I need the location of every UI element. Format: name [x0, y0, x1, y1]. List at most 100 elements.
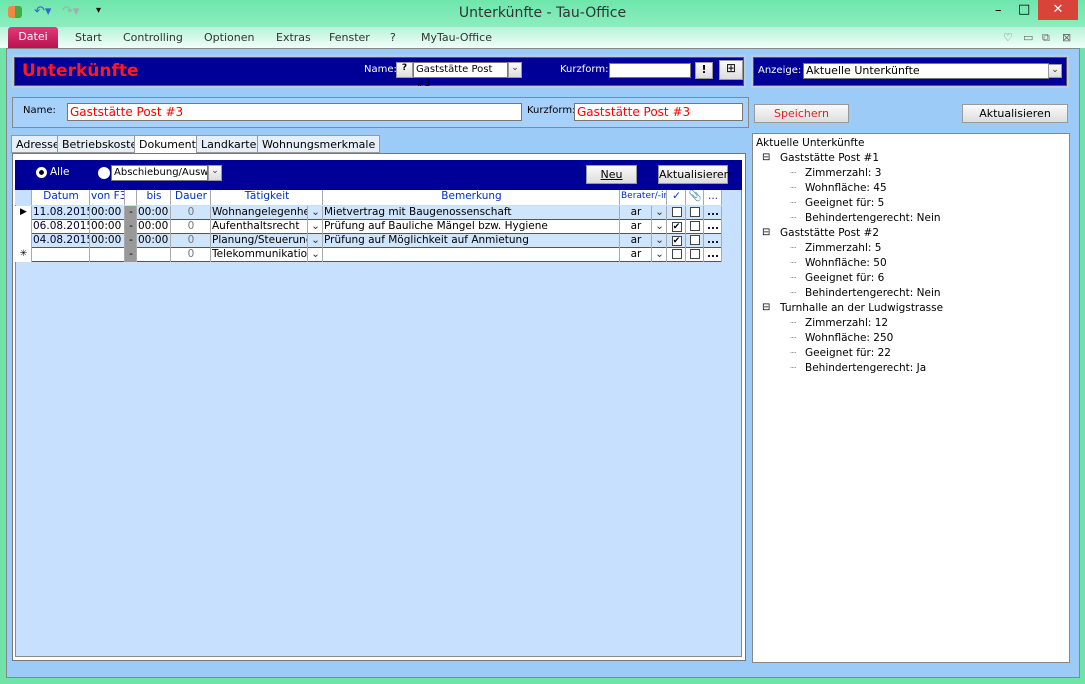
doc-restore-icon[interactable]: ⧉: [1042, 31, 1050, 45]
cell-datum[interactable]: 06.08.2015: [32, 220, 90, 234]
column-header-6[interactable]: Berater/-in: [620, 190, 667, 205]
heart-icon[interactable]: ♡: [1003, 31, 1013, 44]
tree-node[interactable]: Gaststätte Post #1: [780, 152, 1030, 164]
hierarchy-icon[interactable]: ⊞: [719, 60, 743, 80]
attachment-checkbox[interactable]: [686, 206, 704, 220]
row-selector[interactable]: [15, 234, 32, 248]
more-button[interactable]: ...: [704, 248, 722, 262]
tree-leaf[interactable]: Wohnfläche: 250: [805, 332, 1055, 344]
tab-start[interactable]: Start: [75, 31, 102, 44]
kurzform-field[interactable]: Gaststätte Post #3: [574, 103, 743, 121]
more-button[interactable]: ...: [704, 206, 722, 220]
chevron-down-icon[interactable]: ⌄: [652, 206, 667, 220]
chevron-down-icon[interactable]: ⌄: [308, 248, 323, 262]
tree-leaf[interactable]: Geeignet für: 22: [805, 347, 1055, 359]
doc-close-icon[interactable]: ⊠: [1062, 31, 1071, 44]
done-checkbox[interactable]: ✔: [667, 220, 686, 234]
cell-bemerkung[interactable]: [323, 248, 620, 262]
tree-root[interactable]: Aktuelle Unterkünfte: [756, 137, 865, 149]
done-checkbox[interactable]: [667, 248, 686, 262]
tab-datei[interactable]: Datei: [8, 27, 58, 48]
radio-alle[interactable]: [36, 167, 47, 178]
tab-mytau-office[interactable]: MyTau-Office: [421, 31, 492, 44]
tree-leaf[interactable]: Geeignet für: 5: [805, 197, 1055, 209]
cell-berater[interactable]: ar: [620, 234, 652, 248]
tab-extras[interactable]: Extras: [276, 31, 311, 44]
maximize-icon[interactable]: □: [1018, 2, 1030, 17]
tree-leaf[interactable]: Wohnfläche: 50: [805, 257, 1055, 269]
docs-refresh-button[interactable]: Aktualisieren: [658, 165, 731, 184]
search-button[interactable]: !: [695, 62, 713, 79]
refresh-button[interactable]: Aktualisieren: [962, 104, 1068, 123]
more-button[interactable]: ...: [704, 220, 722, 234]
cell-bis[interactable]: [137, 248, 171, 262]
cell-taetigkeit[interactable]: Wohnangelegenheite: [211, 206, 308, 220]
row-selector[interactable]: [15, 220, 32, 234]
chevron-down-icon[interactable]: ⌄: [308, 234, 323, 248]
chevron-down-icon[interactable]: ⌄: [1048, 64, 1062, 78]
column-header-9[interactable]: ...: [704, 190, 722, 205]
row-selector[interactable]: ✳: [15, 248, 32, 262]
cell-taetigkeit[interactable]: Aufenthaltsrecht: [211, 220, 308, 234]
cell-bemerkung[interactable]: Mietvertrag mit Baugenossenschaft: [323, 206, 620, 220]
collapse-icon[interactable]: ⊟: [762, 227, 774, 238]
tree-leaf[interactable]: Behindertengerecht: Nein: [805, 287, 1055, 299]
column-header-0[interactable]: Datum: [32, 190, 90, 205]
anzeige-select[interactable]: Aktuelle Unterkünfte: [803, 63, 1049, 79]
chevron-down-icon[interactable]: ⌄: [508, 62, 522, 78]
tree-leaf[interactable]: Behindertengerecht: Nein: [805, 212, 1055, 224]
tab-fenster[interactable]: Fenster: [329, 31, 370, 44]
tree-leaf[interactable]: Zimmerzahl: 5: [805, 242, 1055, 254]
name-help-button[interactable]: ?: [396, 62, 413, 78]
column-header-1[interactable]: von F3: [90, 190, 125, 205]
tab-wohnungsmerkmale[interactable]: Wohnungsmerkmale: [257, 135, 381, 153]
chevron-down-icon[interactable]: ⌄: [208, 165, 222, 181]
collapse-icon[interactable]: ⊟: [762, 152, 774, 163]
tree-leaf[interactable]: Behindertengerecht: Ja: [805, 362, 1055, 374]
cell-von[interactable]: 00:00: [90, 206, 125, 220]
new-button[interactable]: Neu: [586, 165, 637, 184]
column-header-2[interactable]: bis: [137, 190, 171, 205]
tree-leaf[interactable]: Zimmerzahl: 12: [805, 317, 1055, 329]
cell-bis[interactable]: 00:00: [137, 220, 171, 234]
cell-berater[interactable]: ar: [620, 248, 652, 262]
attachment-checkbox[interactable]: [686, 248, 704, 262]
column-header-7[interactable]: ✓: [667, 190, 686, 205]
chevron-down-icon[interactable]: ⌄: [652, 220, 667, 234]
collapse-icon[interactable]: ⊟: [762, 302, 774, 313]
chevron-down-icon[interactable]: ⌄: [308, 220, 323, 234]
tab-optionen[interactable]: Optionen: [204, 31, 254, 44]
tree-leaf[interactable]: Wohnfläche: 45: [805, 182, 1055, 194]
cell-von[interactable]: 00:00: [90, 220, 125, 234]
cell-taetigkeit[interactable]: Planung/Steuerung: [211, 234, 308, 248]
cell-von[interactable]: [90, 248, 125, 262]
radio-type[interactable]: [98, 167, 110, 179]
cell-bemerkung[interactable]: Prüfung auf Möglichkeit auf Anmietung: [323, 234, 620, 248]
cell-datum[interactable]: 11.08.2015: [32, 206, 90, 220]
attachment-checkbox[interactable]: [686, 220, 704, 234]
cell-bis[interactable]: 00:00: [137, 234, 171, 248]
save-button[interactable]: Speichern: [754, 104, 849, 123]
name-field[interactable]: Gaststätte Post #3: [67, 103, 522, 121]
cell-taetigkeit[interactable]: Telekommunikationen: [211, 248, 308, 262]
cell-berater[interactable]: ar: [620, 206, 652, 220]
cell-bemerkung[interactable]: Prüfung auf Bauliche Mängel bzw. Hygiene: [323, 220, 620, 234]
close-icon[interactable]: ✕: [1038, 0, 1078, 20]
doc-minimize-icon[interactable]: ▭: [1023, 31, 1033, 44]
chevron-down-icon[interactable]: ⌄: [652, 248, 667, 262]
tree-leaf[interactable]: Zimmerzahl: 3: [805, 167, 1055, 179]
name-select[interactable]: Gaststätte Post #3: [413, 62, 508, 89]
cell-berater[interactable]: ar: [620, 220, 652, 234]
cell-datum[interactable]: [32, 248, 90, 262]
column-header-5[interactable]: Bemerkung: [323, 190, 620, 205]
cell-von[interactable]: 00:00: [90, 234, 125, 248]
tree-node[interactable]: Turnhalle an der Ludwigstrasse: [780, 302, 1030, 314]
tree-leaf[interactable]: Geeignet für: 6: [805, 272, 1055, 284]
row-selector[interactable]: ▶: [15, 206, 32, 220]
column-header-8[interactable]: 📎: [686, 190, 704, 205]
minimize-icon[interactable]: –: [995, 3, 1002, 18]
column-header-4[interactable]: Tätigkeit: [211, 190, 323, 205]
column-header-3[interactable]: Dauer: [171, 190, 211, 205]
more-button[interactable]: ...: [704, 234, 722, 248]
done-checkbox[interactable]: [667, 206, 686, 220]
